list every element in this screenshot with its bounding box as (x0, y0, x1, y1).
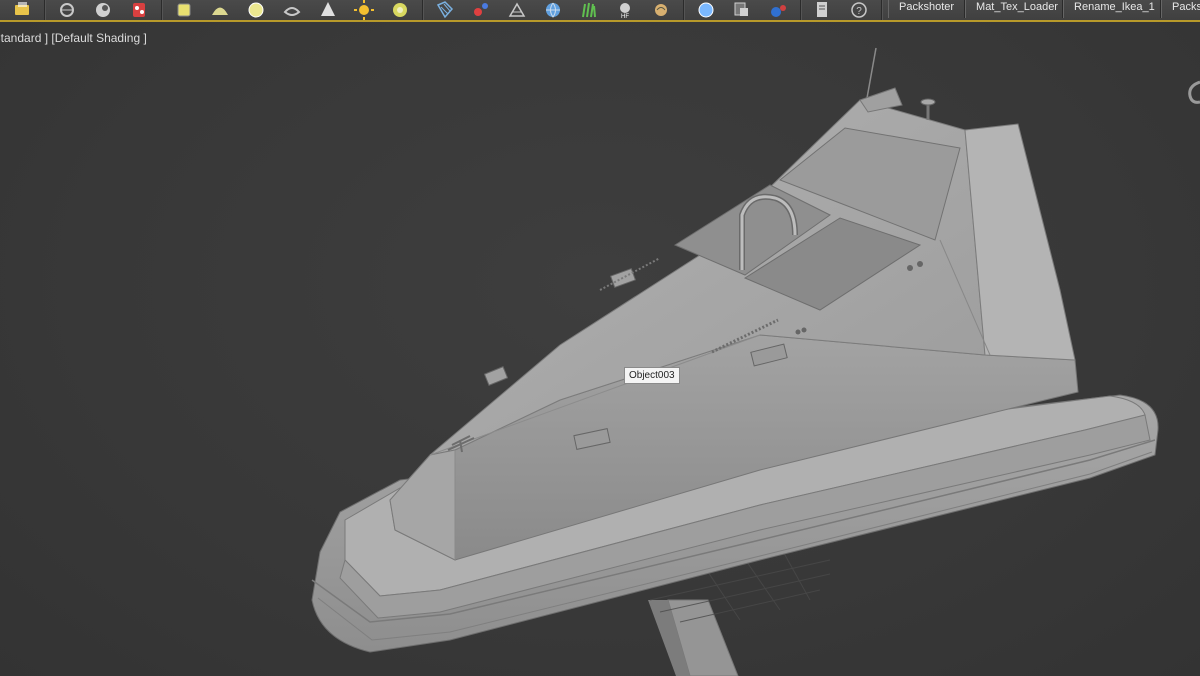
dome-light-button[interactable] (207, 0, 233, 20)
toolbar-group-2 (162, 0, 423, 20)
grid-button[interactable] (432, 0, 458, 20)
camera-button[interactable] (504, 0, 530, 20)
fur-icon (582, 2, 596, 18)
layer-button[interactable] (9, 0, 35, 20)
balls-button[interactable] (765, 0, 791, 20)
tool-button[interactable] (729, 0, 755, 20)
globe-button[interactable] (540, 0, 566, 20)
document-button[interactable] (810, 0, 836, 20)
sun-light-button[interactable] (351, 0, 377, 20)
grid-icon (436, 1, 454, 19)
render-frame-icon (96, 3, 110, 17)
toolbar-group-4 (684, 0, 801, 20)
tab-packshoter-2[interactable]: Packshoter (1161, 0, 1200, 18)
sphere-light-button[interactable] (243, 0, 269, 20)
tab-packshoter[interactable]: Packshoter (888, 0, 966, 18)
svg-text:HF: HF (621, 14, 629, 20)
toolbar-group-1 (45, 0, 162, 20)
ies-light-button[interactable] (387, 0, 413, 20)
fur-button[interactable] (576, 0, 602, 20)
spot-light-icon (321, 2, 335, 16)
render-setup-icon (60, 3, 74, 17)
document-icon (817, 2, 827, 17)
tool-icon (734, 2, 748, 16)
balls-icon (771, 5, 786, 17)
toolbar-group-5: ? (801, 0, 882, 20)
plane-light-icon (177, 3, 191, 17)
globe-icon (546, 2, 560, 18)
help-icon: ? (851, 2, 867, 18)
sphere-button[interactable] (693, 0, 719, 20)
tab-mat-tex-loader[interactable]: Mat_Tex_Loader (965, 0, 1064, 18)
render-frame-button[interactable] (90, 0, 116, 20)
molecule-button[interactable] (468, 0, 494, 20)
toolbar-group-0 (0, 0, 45, 20)
proxy-icon (655, 4, 667, 16)
proxy-button[interactable] (648, 0, 674, 20)
plane-light-button[interactable] (171, 0, 197, 20)
main-toolbar: HF? Packshoter Mat_Tex_Loader Rename_Ike… (0, 0, 1200, 22)
viewcube-icon[interactable] (1186, 78, 1200, 113)
app-window: HF? Packshoter Mat_Tex_Loader Rename_Ike… (0, 0, 1200, 676)
sphere-icon (698, 2, 714, 18)
perspective-viewport[interactable]: [ Standard ] [Default Shading ] (0, 22, 1200, 676)
material-editor-icon (133, 3, 145, 17)
help-button[interactable]: ? (846, 0, 872, 20)
sun-light-icon (354, 0, 374, 20)
sphere-light-icon (248, 2, 264, 18)
camera-icon (508, 2, 526, 17)
script-tabs: Packshoter Mat_Tex_Loader Rename_Ikea_1 … (888, 0, 1200, 20)
material-editor-button[interactable] (126, 0, 152, 20)
mesh-light-icon (283, 7, 301, 16)
svg-text:?: ? (856, 6, 862, 17)
toolbar-button-groups: HF? (0, 0, 882, 20)
toolbar-group-3: HF (423, 0, 684, 20)
object-tooltip: Object003 (624, 367, 680, 384)
hair-icon: HF (620, 3, 630, 20)
mesh-light-button[interactable] (279, 0, 305, 20)
hovercraft-model[interactable] (0, 22, 1200, 676)
layer-icon (15, 2, 29, 15)
tab-rename-ikea[interactable]: Rename_Ikea_1 (1063, 0, 1162, 18)
render-setup-button[interactable] (54, 0, 80, 20)
molecule-icon (474, 3, 488, 16)
dome-light-icon (212, 7, 228, 15)
hair-button[interactable]: HF (612, 0, 638, 20)
spot-light-button[interactable] (315, 0, 341, 20)
ies-light-icon (393, 3, 407, 17)
